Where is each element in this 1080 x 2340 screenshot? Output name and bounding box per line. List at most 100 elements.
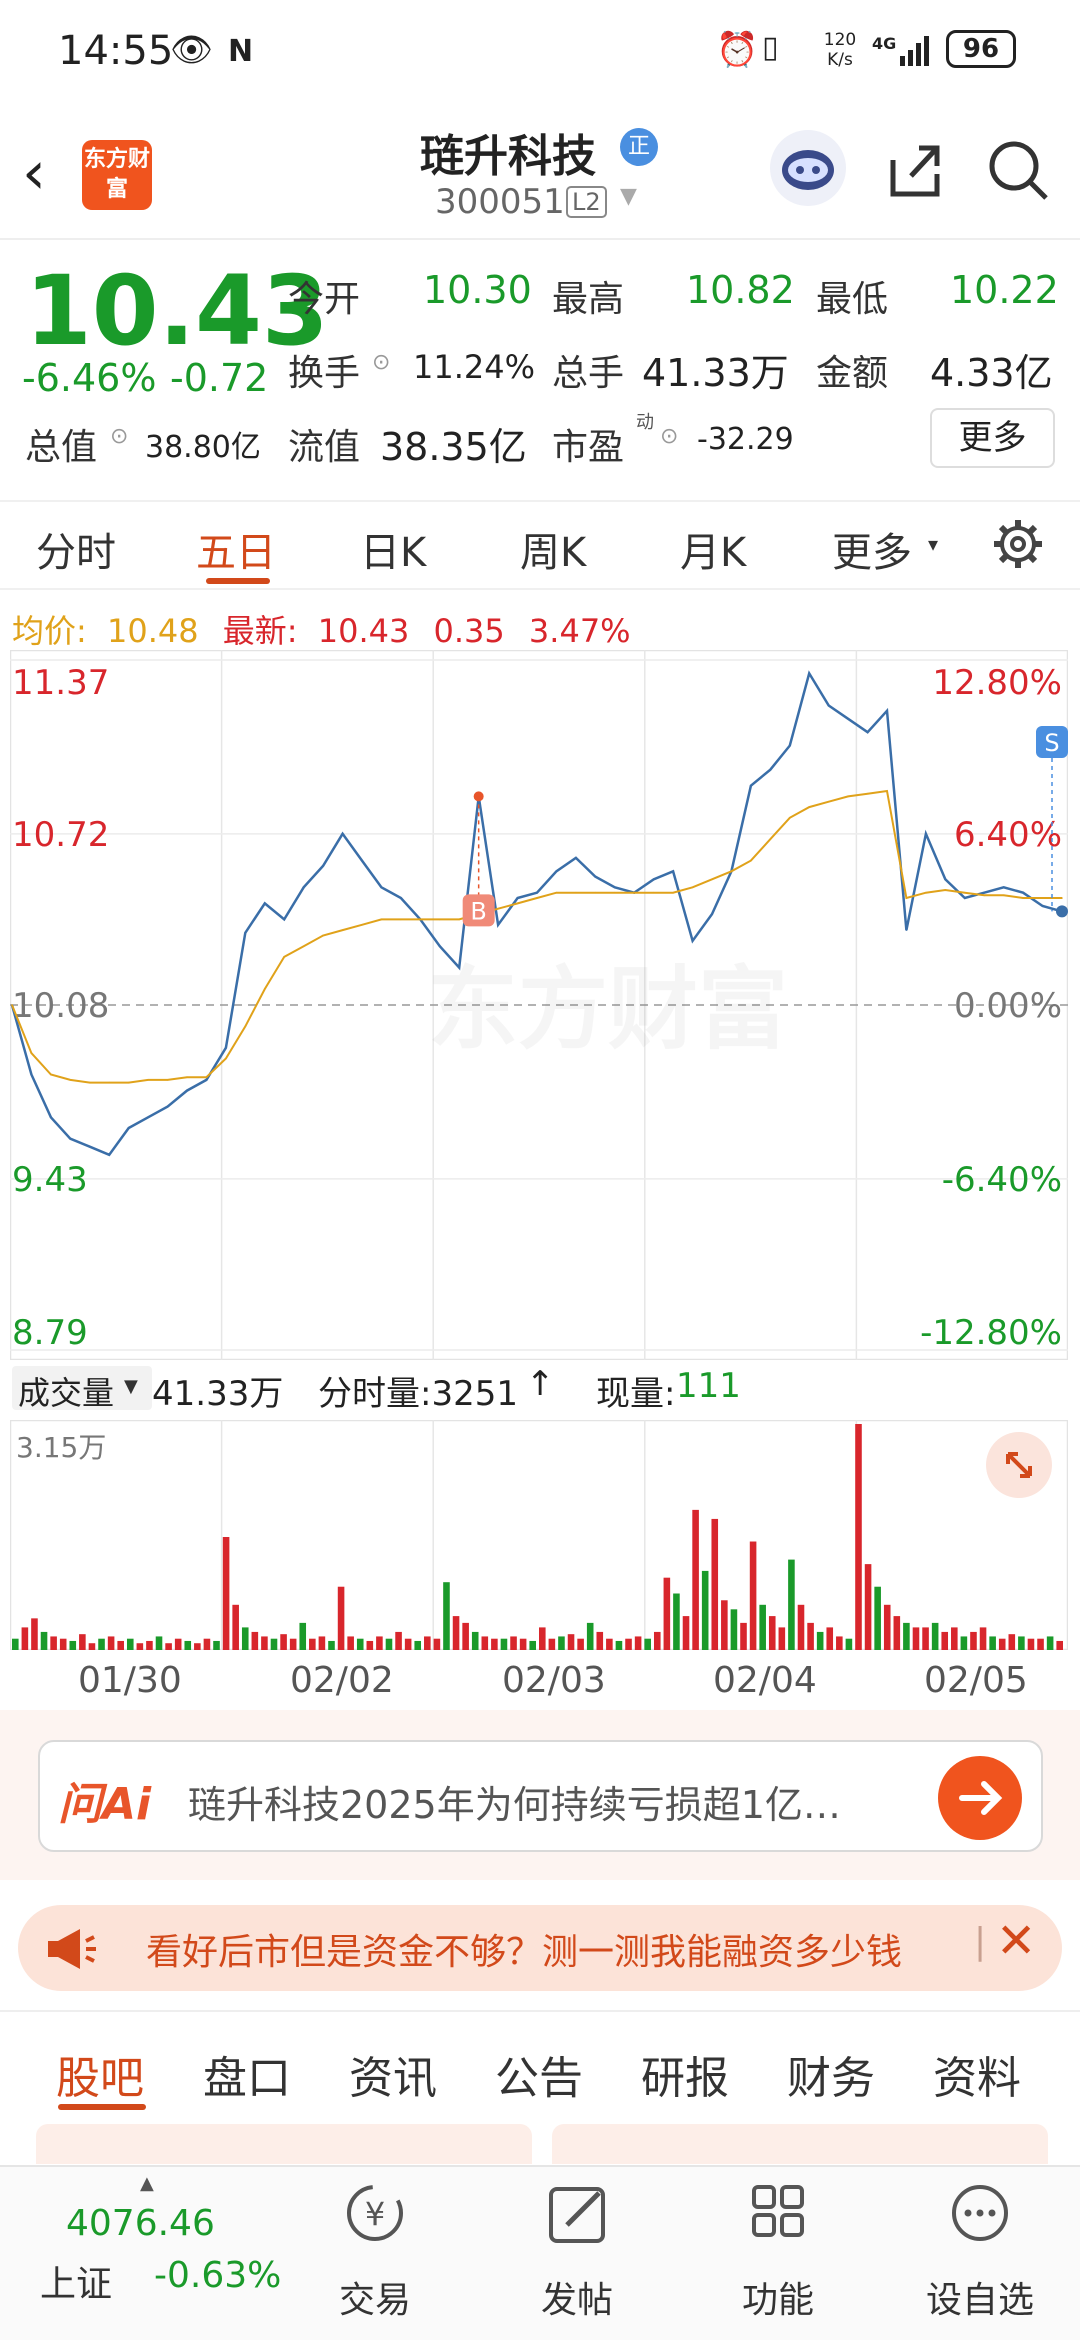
volume-selector[interactable]: 成交量 ▼ — [12, 1366, 152, 1412]
volume-bar — [797, 1604, 805, 1650]
tab-research[interactable]: 研报 — [641, 2042, 729, 2106]
volume-bar — [960, 1636, 968, 1650]
volume-bar — [270, 1638, 278, 1650]
tab-weekly-k[interactable]: 周K — [520, 520, 586, 578]
data-point-price — [983, 891, 986, 894]
active-tab-indicator — [206, 578, 270, 584]
data-point-price — [575, 857, 577, 859]
data-point-avg — [302, 945, 305, 947]
data-point-avg — [458, 918, 461, 921]
expand-icon[interactable] — [986, 1432, 1052, 1498]
data-point-avg — [166, 1079, 169, 1081]
volume-bar — [79, 1634, 86, 1650]
data-point-price — [127, 1127, 130, 1129]
promo-banner[interactable]: 看好后市但是资金不够？测一测我能融资多少钱 | ✕ — [18, 1905, 1062, 1991]
robot-assistant-icon[interactable] — [770, 130, 846, 206]
volume-bar — [174, 1638, 182, 1650]
stock-name: 琏升科技 — [420, 131, 596, 182]
volume-bar — [721, 1600, 728, 1650]
data-point-avg — [652, 891, 655, 894]
nfc-icon: N — [228, 34, 254, 69]
tab-profile[interactable]: 资料 — [933, 2042, 1021, 2106]
volume-bar — [673, 1593, 680, 1650]
volume-bar — [701, 1570, 709, 1650]
nav-trade[interactable]: ¥ 交易 — [305, 2181, 445, 2331]
data-point-avg — [613, 891, 616, 894]
data-point-avg — [788, 816, 791, 819]
data-point-avg — [575, 891, 577, 894]
volume-bar — [663, 1577, 671, 1650]
volume-chart[interactable] — [9, 1419, 1069, 1651]
nav-post[interactable]: 发帖 — [507, 2181, 647, 2331]
data-point-price — [225, 1046, 227, 1049]
data-point-price — [361, 859, 363, 862]
data-point-avg — [925, 891, 927, 894]
volume-bar — [893, 1616, 901, 1650]
tab-news[interactable]: 资讯 — [349, 2042, 437, 2106]
data-point-price — [750, 784, 752, 787]
info-icon[interactable]: ⊙ — [372, 350, 390, 375]
data-point-price — [827, 704, 830, 707]
data-point-avg — [633, 891, 636, 894]
share-icon[interactable] — [885, 140, 945, 204]
back-icon[interactable]: ‹ — [22, 138, 46, 208]
tab-forum[interactable]: 股吧 — [56, 2042, 144, 2106]
volume-bar — [366, 1640, 374, 1650]
tab-announcements[interactable]: 公告 — [495, 2042, 583, 2106]
data-point-price — [963, 897, 966, 899]
tab-intraday[interactable]: 分时 — [36, 520, 116, 578]
volume-bar — [184, 1640, 192, 1650]
info-icon[interactable]: ⊙ — [660, 424, 678, 449]
volume-bar — [318, 1636, 326, 1650]
open-value: 10.30 — [423, 268, 532, 312]
nav-add-watchlist[interactable]: 设自选 — [910, 2181, 1050, 2331]
info-tabs: 股吧 盘口 资讯 公告 研报 财务 资料 — [0, 2010, 1080, 2120]
network-type: 4G — [872, 34, 897, 53]
latest-value: 10.43 — [317, 612, 410, 650]
volume-bar — [500, 1638, 508, 1650]
close-icon[interactable]: ✕ — [996, 1913, 1036, 1969]
date-label: 02/03 — [502, 1660, 606, 1701]
nav-functions-label: 功能 — [741, 2280, 814, 2321]
data-point-avg — [866, 792, 869, 795]
index-ticker[interactable]: ▲ 4076.46 上证 -0.63% — [20, 2173, 290, 2327]
volume-bar — [692, 1509, 699, 1650]
turnover-value: 11.24% — [413, 348, 536, 386]
more-button[interactable]: 更多 — [930, 408, 1055, 468]
volume-bar — [404, 1638, 412, 1650]
volume-bar — [155, 1636, 163, 1650]
ai-question-box[interactable]: 问Ai 琏升科技2025年为何持续亏损超1亿… — [38, 1740, 1043, 1852]
tab-more[interactable]: 更多 — [832, 520, 912, 578]
volume-bar — [558, 1636, 565, 1650]
data-point-price — [341, 833, 344, 835]
search-icon[interactable] — [986, 138, 1050, 206]
data-point-price — [244, 931, 247, 934]
settings-icon[interactable] — [990, 516, 1046, 576]
data-point-avg — [69, 1079, 72, 1081]
y-axis-tick-left: 10.72 — [12, 815, 109, 855]
date-label: 02/04 — [713, 1660, 817, 1701]
tab-finance[interactable]: 财务 — [787, 2042, 875, 2106]
level2-badge: L2 — [566, 186, 607, 218]
data-point-price — [672, 870, 674, 873]
change-amount: -0.72 — [170, 356, 269, 400]
volume-bar — [682, 1616, 690, 1650]
dropdown-icon[interactable]: ▼ — [620, 184, 637, 209]
info-icon[interactable]: ⊙ — [110, 424, 128, 449]
ai-submit-button[interactable] — [938, 1756, 1022, 1840]
float-cap-label: 流值 — [288, 427, 361, 468]
data-point-avg — [1002, 894, 1005, 897]
tab-five-day[interactable]: 五日 — [196, 520, 276, 578]
volume-bar — [280, 1634, 287, 1650]
pe-dynamic-mark: 动 — [636, 412, 654, 433]
verified-badge: 正 — [620, 128, 658, 166]
nav-functions[interactable]: 功能 — [708, 2181, 848, 2331]
eye-icon: 👁 — [170, 30, 214, 70]
volume-bar — [912, 1627, 920, 1650]
volume-bar — [634, 1636, 642, 1650]
volume-bar — [864, 1564, 872, 1650]
tab-daily-k[interactable]: 日K — [360, 520, 426, 578]
latest-pct: 3.47% — [528, 612, 631, 650]
tab-monthly-k[interactable]: 月K — [680, 520, 746, 578]
tab-order-book[interactable]: 盘口 — [203, 2042, 291, 2106]
